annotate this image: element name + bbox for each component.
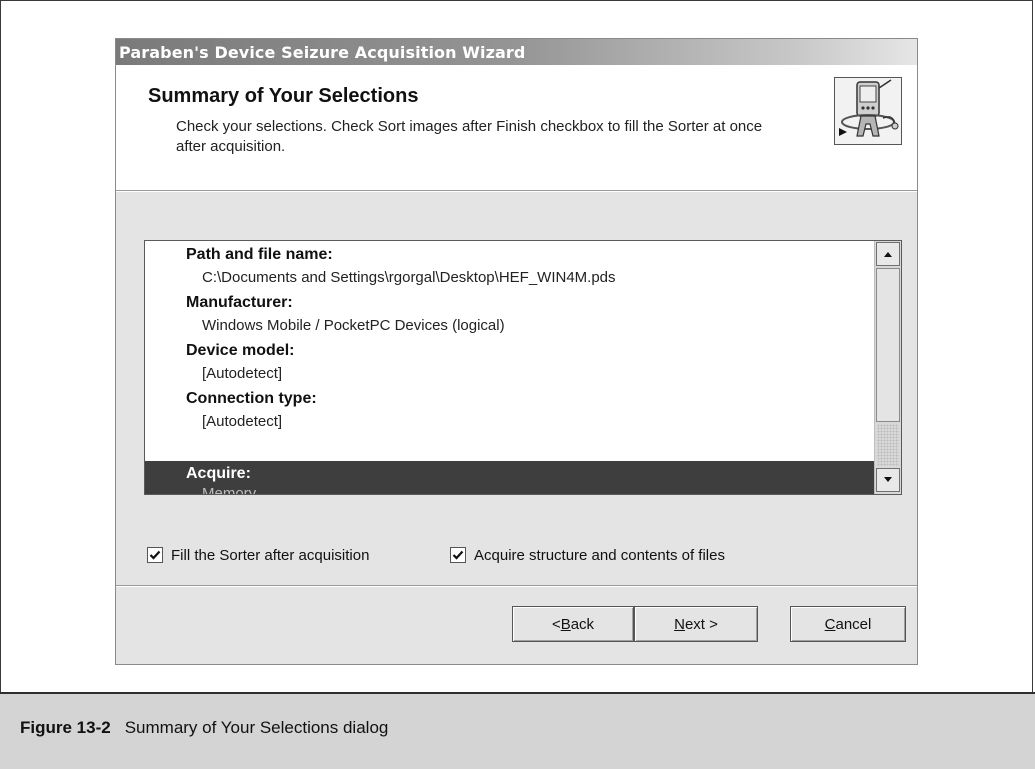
next-button[interactable]: Next > [634, 606, 758, 642]
footer-divider-highlight [116, 586, 917, 587]
arrow-up-icon [884, 252, 892, 257]
vertical-scrollbar[interactable] [874, 241, 901, 494]
checkbox-label: Fill the Sorter after acquisition [171, 546, 370, 564]
checkbox-label: Acquire structure and contents of files [474, 546, 725, 564]
button-mnemonic: B [560, 615, 571, 633]
scroll-up-button[interactable] [876, 242, 900, 266]
list-item-value: Windows Mobile / PocketPC Devices (logic… [202, 317, 505, 334]
summary-listbox[interactable]: Path and file name: C:\Documents and Set… [144, 240, 902, 495]
page-title: Summary of Your Selections [148, 85, 419, 107]
figure-frame: Paraben's Device Seizure Acquisition Wiz… [0, 0, 1033, 767]
button-label-rest: ancel [835, 615, 872, 633]
fill-sorter-checkbox[interactable]: Fill the Sorter after acquisition [147, 543, 369, 567]
button-label-prefix: < [551, 615, 561, 633]
summary-list-content: Path and file name: C:\Documents and Set… [145, 241, 874, 494]
figure-label: Figure 13-2 [20, 718, 111, 737]
list-item-label: Device model: [186, 342, 295, 359]
window-title: Paraben's Device Seizure Acquisition Wiz… [119, 43, 526, 62]
arrow-down-icon [884, 477, 892, 482]
list-item-label: Acquire: [186, 465, 251, 482]
back-button[interactable]: < Back [512, 606, 634, 642]
button-label-rest: ext > [684, 615, 718, 633]
figure-caption: Figure 13-2 Summary of Your Selections di… [20, 718, 388, 738]
button-mnemonic: C [824, 615, 836, 633]
list-item-selected[interactable]: Acquire: Memory [145, 461, 874, 494]
scrollbar-track[interactable] [877, 424, 899, 466]
wizard-header: Summary of Your Selections Check your se… [116, 65, 917, 191]
list-item-value: [Autodetect] [202, 365, 283, 382]
list-item-value: Memory [202, 485, 257, 494]
button-mnemonic: N [674, 615, 685, 633]
title-bar[interactable]: Paraben's Device Seizure Acquisition Wiz… [116, 39, 917, 65]
list-item-value: C:\Documents and Settings\rgorgal\Deskto… [202, 269, 616, 286]
scrollbar-thumb[interactable] [876, 268, 900, 422]
button-label-rest: ack [570, 615, 595, 633]
list-item-label: Manufacturer: [186, 294, 293, 311]
header-divider [116, 191, 917, 192]
wizard-dialog: Paraben's Device Seizure Acquisition Wiz… [115, 38, 918, 665]
figure-caption-text: Summary of Your Selections dialog [124, 718, 389, 737]
list-item-label: Path and file name: [186, 246, 333, 263]
page-description: Check your selections. Check Sort images… [176, 118, 763, 155]
pda-device-icon [834, 77, 902, 145]
cancel-button[interactable]: Cancel [790, 606, 906, 642]
acquire-structure-checkbox[interactable]: Acquire structure and contents of files [450, 543, 725, 567]
checkmark-icon[interactable] [147, 547, 163, 563]
list-item-label: Connection type: [186, 390, 317, 407]
figure-caption-bar: Figure 13-2 Summary of Your Selections di… [0, 692, 1035, 769]
checkmark-icon[interactable] [450, 547, 466, 563]
list-item-value: [Autodetect] [202, 413, 283, 430]
scroll-down-button[interactable] [876, 468, 900, 492]
